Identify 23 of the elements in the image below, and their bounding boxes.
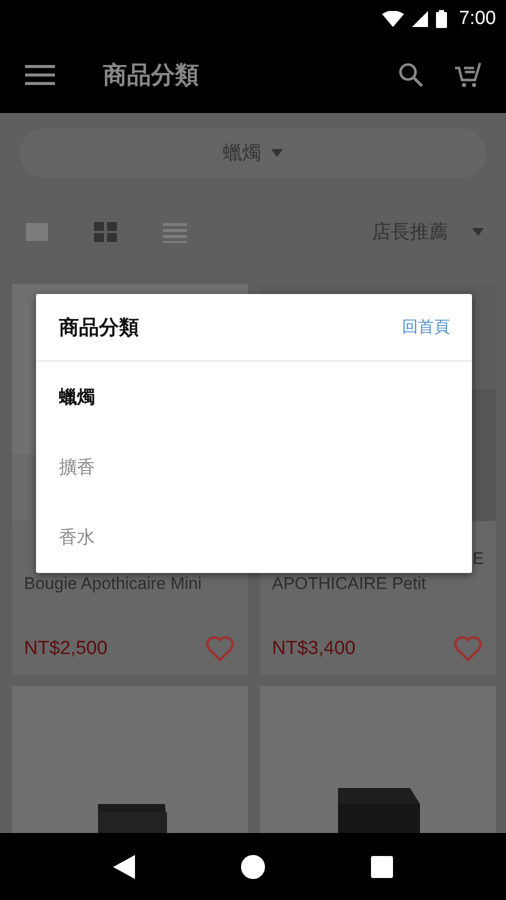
home-icon[interactable] [241,854,265,878]
back-icon[interactable] [113,854,135,878]
dialog-title: 商品分類 [59,314,139,340]
wifi-icon [382,10,404,26]
product-price: NT$3,400 [272,638,356,660]
category-item[interactable]: 擴香 [36,432,472,502]
product-title: APOTHICAIRE Petit [272,573,427,595]
signal-icon [412,10,428,26]
recents-icon[interactable] [371,856,393,878]
battery-icon [436,10,448,28]
home-link[interactable]: 回首頁 [402,316,450,338]
menu-icon[interactable] [25,64,55,86]
product-title: E [472,548,484,570]
caret-icon [472,228,484,236]
caret-icon [271,149,283,157]
category-item[interactable]: 蠟燭 [36,362,472,432]
category-item[interactable]: 香水 [36,502,472,572]
status-time: 7:00 [459,8,496,30]
screen-title: 商品分類 [103,60,199,91]
search-icon[interactable] [398,62,424,88]
product-title: Bougie Apothicaire Mini [24,573,203,595]
product-price: NT$2,500 [24,638,108,660]
cart-icon[interactable] [454,62,482,88]
